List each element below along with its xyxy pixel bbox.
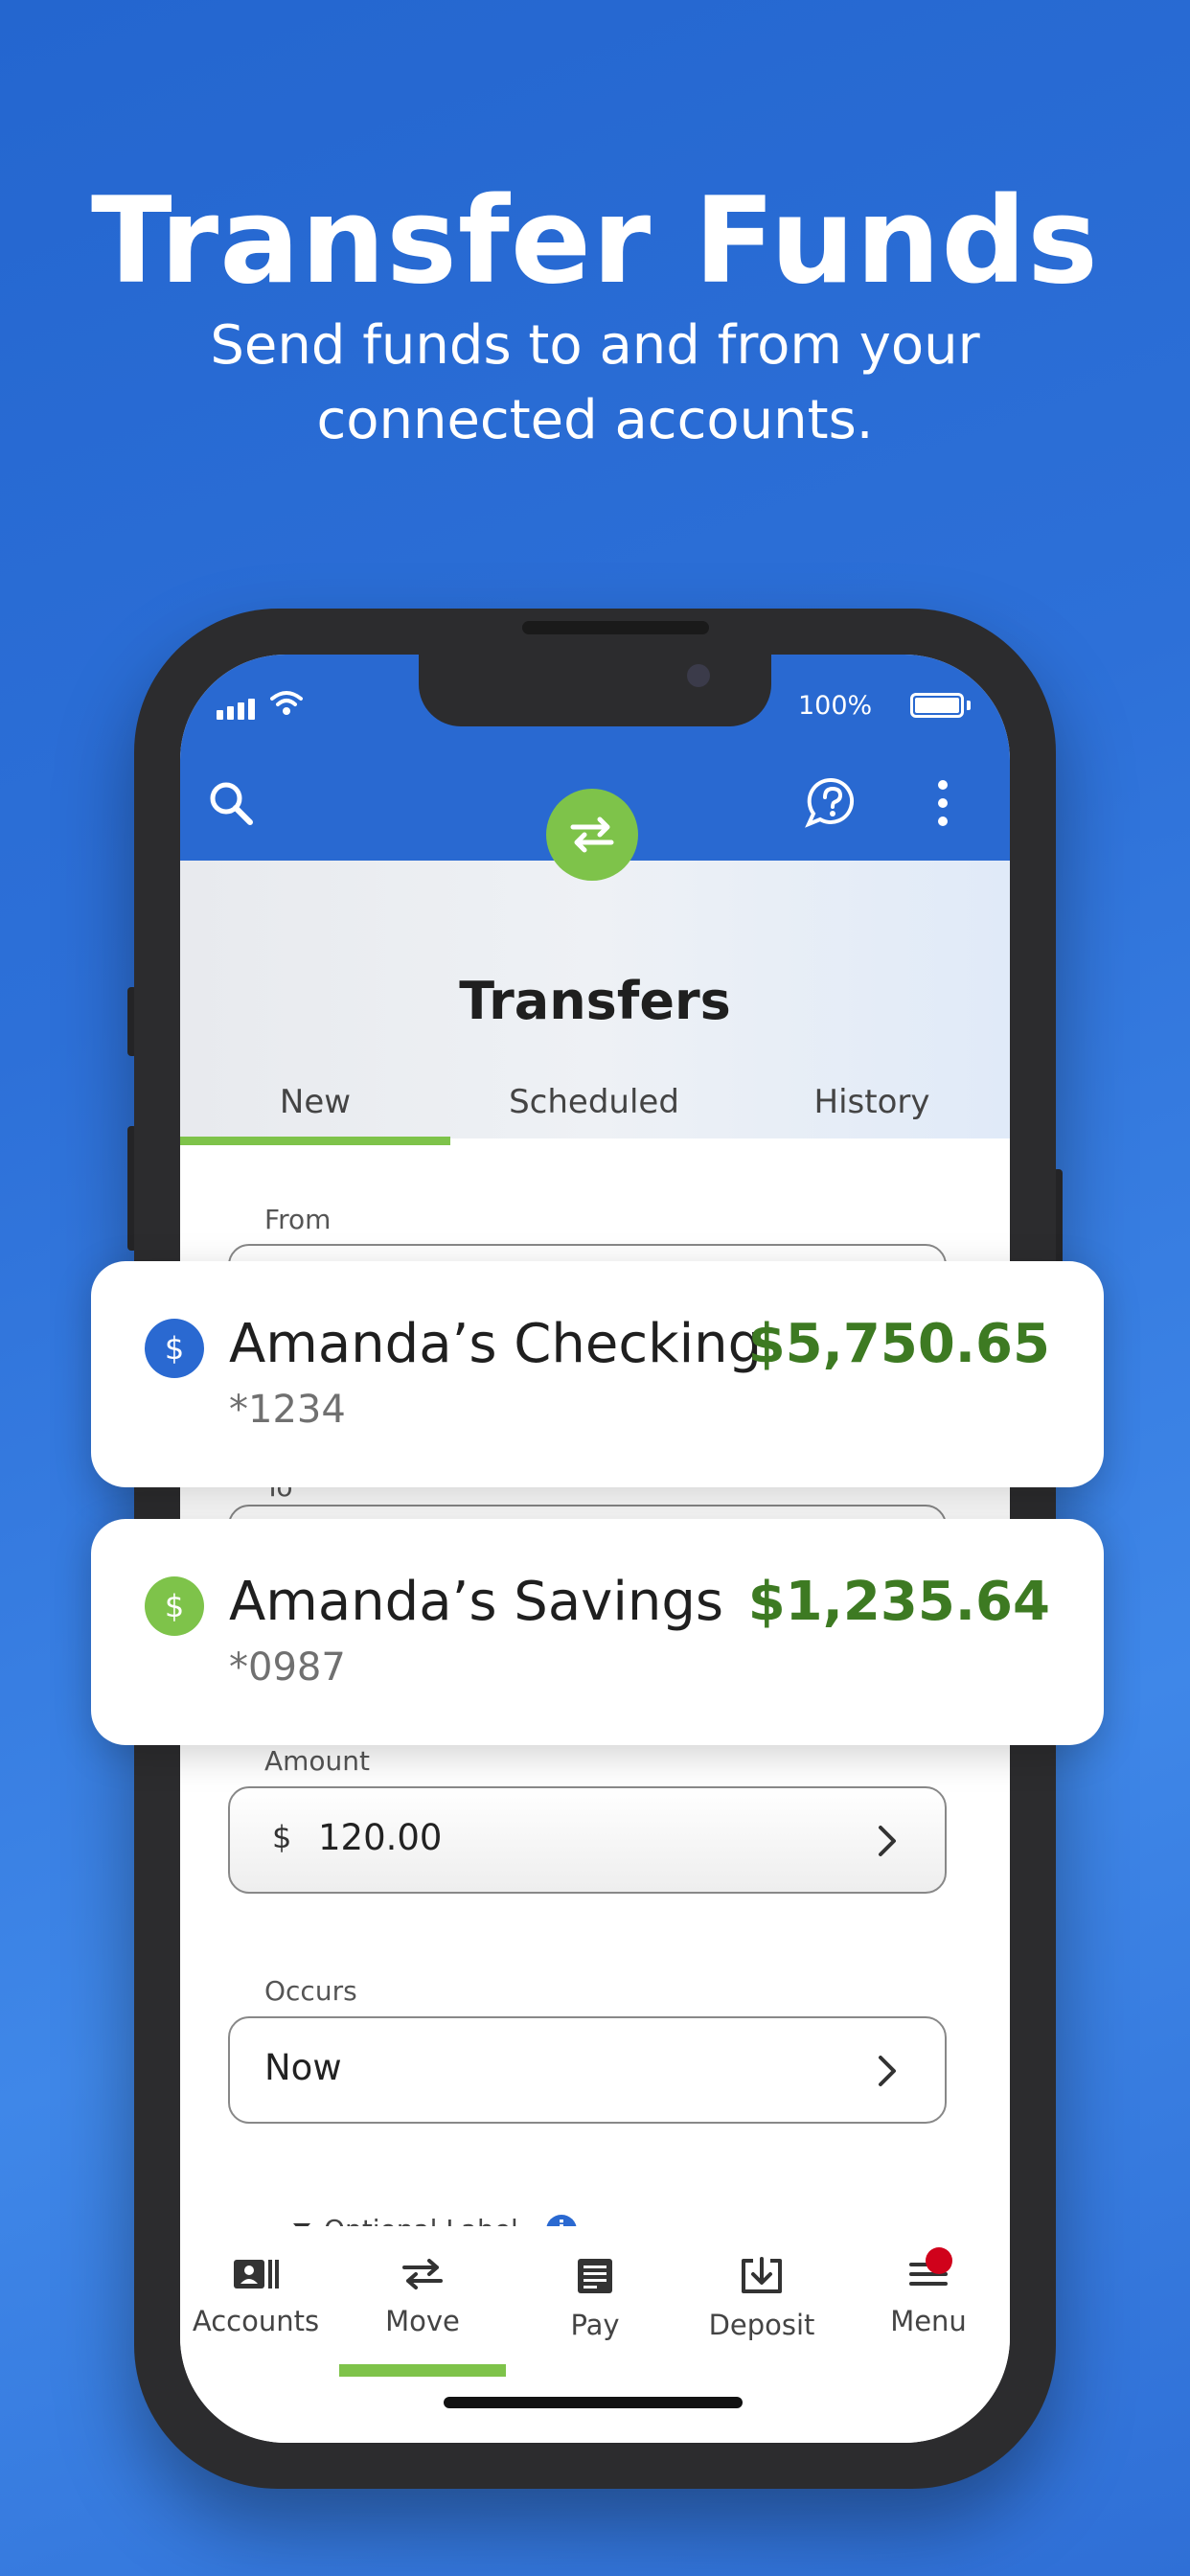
occurs-field[interactable]: Now [228, 2016, 947, 2124]
phone-notch [419, 655, 771, 726]
currency-symbol: $ [272, 1819, 292, 1855]
help-chat-icon[interactable] [803, 774, 860, 832]
account-card-checking[interactable]: $ Amanda’s Checking *1234 $5,750.65 [91, 1261, 1104, 1487]
move-arrows-icon [402, 2259, 443, 2289]
occurs-label: Occurs [264, 1975, 357, 2007]
nav-deposit-label: Deposit [708, 2309, 815, 2341]
signal-icon [217, 699, 255, 720]
page-title: Transfers [459, 971, 731, 1031]
transfer-button[interactable] [546, 789, 638, 881]
chevron-right-icon [879, 2056, 896, 2086]
home-indicator [444, 2397, 743, 2408]
chevron-right-icon [879, 1826, 896, 1856]
nav-pay[interactable]: Pay [512, 2257, 678, 2341]
phone-speaker [522, 621, 709, 634]
active-tab-indicator [180, 1137, 450, 1145]
wifi-icon [270, 691, 303, 715]
amount-field[interactable]: $ 120.00 [228, 1786, 947, 1894]
battery-nub [967, 701, 971, 710]
tab-scheduled[interactable]: Scheduled [456, 1083, 732, 1121]
account-number: *0987 [229, 1645, 346, 1690]
account-card-savings[interactable]: $ Amanda’s Savings *0987 $1,235.64 [91, 1519, 1104, 1745]
accounts-icon [234, 2260, 279, 2288]
hero-subtitle-line1: Send funds to and from your [210, 314, 980, 377]
dollar-icon: $ [145, 1576, 204, 1636]
notification-badge [926, 2247, 952, 2274]
account-balance: $1,235.64 [747, 1571, 1050, 1633]
amount-value: 120.00 [318, 1817, 443, 1858]
hero-subtitle-line2: connected accounts. [316, 389, 874, 451]
swap-arrows-icon [570, 816, 614, 853]
active-nav-indicator [339, 2364, 506, 2377]
deposit-icon [742, 2257, 782, 2293]
camera-icon [687, 664, 710, 687]
tab-new[interactable]: New [180, 1083, 453, 1121]
nav-menu-label: Menu [890, 2305, 967, 2337]
account-balance: $5,750.65 [747, 1313, 1050, 1375]
nav-pay-label: Pay [570, 2309, 620, 2341]
nav-accounts-label: Accounts [192, 2305, 320, 2337]
search-icon[interactable] [207, 779, 255, 827]
tab-history[interactable]: History [734, 1083, 1010, 1121]
dollar-icon: $ [145, 1319, 204, 1378]
account-name: Amanda’s Checking [229, 1313, 763, 1375]
battery-icon [910, 693, 964, 718]
hero-title: Transfer Funds [91, 172, 1099, 310]
battery-percentage: 100% [798, 691, 873, 721]
from-label: From [264, 1204, 332, 1235]
nav-accounts[interactable]: Accounts [180, 2257, 339, 2337]
nav-deposit[interactable]: Deposit [678, 2257, 845, 2341]
nav-move-label: Move [385, 2305, 460, 2337]
hero-subtitle: Send funds to and from your connected ac… [0, 309, 1190, 458]
receipt-icon [578, 2259, 612, 2293]
account-number: *1234 [229, 1388, 346, 1432]
amount-label: Amount [264, 1745, 371, 1777]
occurs-value: Now [264, 2047, 342, 2088]
account-name: Amanda’s Savings [229, 1571, 724, 1633]
nav-move[interactable]: Move [339, 2257, 506, 2337]
more-options-icon[interactable] [937, 779, 949, 827]
